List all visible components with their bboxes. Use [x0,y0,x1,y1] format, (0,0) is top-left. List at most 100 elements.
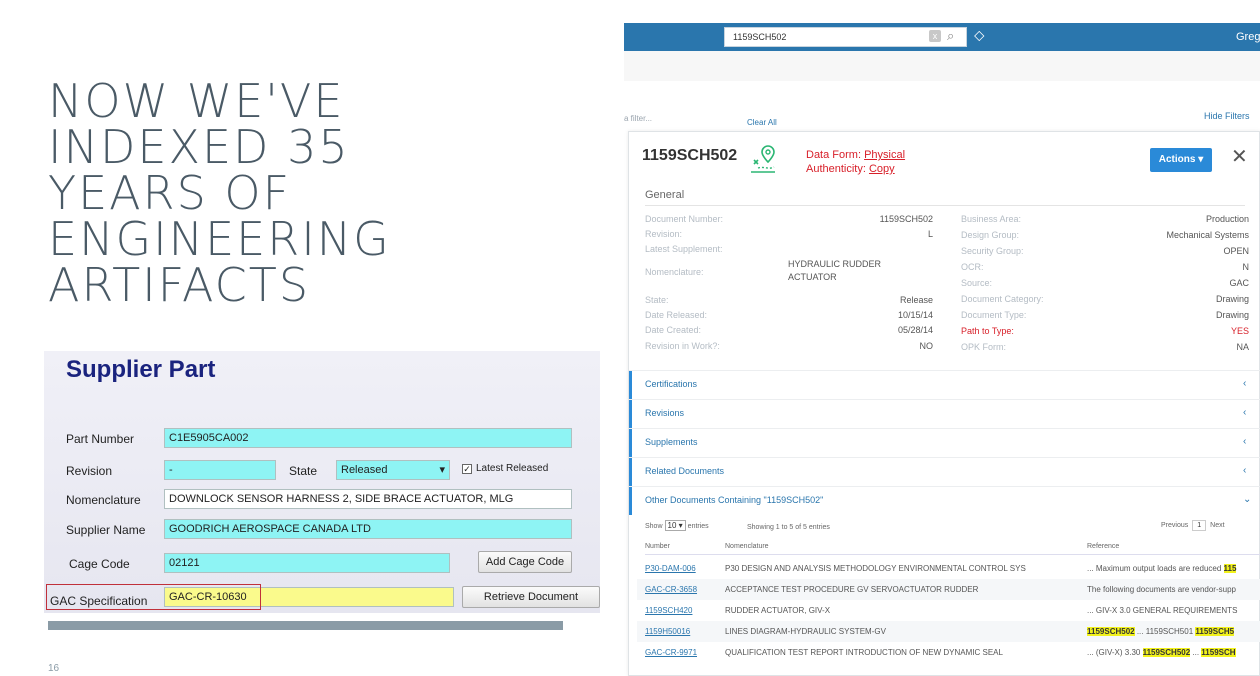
table-row: GAC-CR-3658 ACCEPTANCE TEST PROCEDURE GV… [637,579,1260,600]
user-name[interactable]: Greg [1236,31,1260,43]
section-related-documents[interactable]: Related Documents ‹ [629,457,1260,486]
part-number-row: Part Number C1E5905CA002 [44,428,600,450]
document-number-link[interactable]: 1159H50016 [645,621,725,642]
column-header[interactable]: Reference [1087,543,1119,550]
title-line: YEARS OF [48,166,292,220]
state-value: Released [341,464,388,476]
field-value: NA [1236,342,1249,352]
add-cage-code-button[interactable]: Add Cage Code [478,551,572,573]
table-header: Number Nomenclature Reference [645,543,1260,555]
section-supplements[interactable]: Supplements ‹ [629,428,1260,457]
field-design-group: Design Group: Mechanical Systems [961,229,1249,242]
data-form-label: Data Form: [806,149,862,161]
nomenclature-cell: P30 DESIGN AND ANALYSIS METHODOLOGY ENVI… [725,564,1026,573]
document-card: 1159SCH502 Data Form: Physical Authentic… [628,131,1260,676]
nomenclature-cell: ACCEPTANCE TEST PROCEDURE GV SERVOACTUAT… [725,585,979,594]
field-revision-in-work: Revision in Work?: NO [645,340,933,353]
document-app: 1159SCH502 x ⌕ ⬦ Greg a filter... Clear … [624,23,1260,676]
field-document-number: Document Number: 1159SCH502 [645,213,933,226]
next-link[interactable]: Next [1210,522,1224,529]
field-key: Nomenclature: [645,267,704,277]
supplier-part-form: Supplier Part Part Number C1E5905CA002 R… [44,351,600,613]
field-key: Document Type: [961,310,1027,320]
part-number-field[interactable]: C1E5905CA002 [164,428,572,448]
column-header[interactable]: Number [645,543,670,550]
title-line: NOW WE'VE [48,74,345,128]
field-key: Path to Type: [961,326,1014,336]
title-line: INDEXED 35 [48,120,350,174]
hide-filters-link[interactable]: Hide Filters [1204,111,1250,121]
field-key: OPK Form: [961,342,1007,352]
data-form-link[interactable]: Physical [864,149,905,161]
table-row: 1159SCH420 RUDDER ACTUATOR, GIV-X ... GI… [637,600,1260,621]
document-title: 1159SCH502 [642,147,738,164]
chevron-down-icon: ▾ [439,464,445,476]
field-date-released: Date Released: 10/15/14 [645,309,933,322]
latest-released-checkbox[interactable]: ✓ Latest Released [462,463,548,474]
gac-spec-highlight [46,584,261,610]
reference-cell: 1159SCH502 ... 1159SCH501 1159SCH5 [1087,621,1260,642]
state-label: State [289,464,318,478]
column-header[interactable]: Nomenclature [725,543,769,550]
filter-input[interactable]: a filter... [624,114,652,123]
field-value: 10/15/14 [897,310,933,320]
section-label: Related Documents [645,466,725,476]
supplier-name-row: Supplier Name GOODRICH AEROSPACE CANADA … [44,519,600,541]
actions-button[interactable]: Actions ▾ [1150,148,1212,172]
field-value: Production [1205,214,1249,224]
section-revisions[interactable]: Revisions ‹ [629,399,1260,428]
data-form-info: Data Form: Physical Authenticity: Copy [806,148,905,176]
document-number-link[interactable]: P30-DAM-006 [645,558,725,579]
field-key: Design Group: [961,230,1020,240]
page: NOW WE'VE INDEXED 35 YEARS OF ENGINEERIN… [0,0,1260,676]
section-label: Certifications [645,379,698,389]
field-document-category: Document Category: Drawing [961,293,1249,306]
nomenclature-cell: QUALIFICATION TEST REPORT INTRODUCTION O… [725,648,1003,657]
route-icon [751,145,775,173]
search-icon[interactable]: ⌕ [947,28,954,44]
retrieve-document-button[interactable]: Retrieve Document [462,586,600,608]
top-bar: 1159SCH502 x ⌕ ⬦ Greg [624,23,1260,51]
document-number-link[interactable]: GAC-CR-3658 [645,579,725,600]
state-dropdown[interactable]: Released ▾ [336,460,450,480]
authenticity-link[interactable]: Copy [869,163,895,175]
supplier-name-field[interactable]: GOODRICH AEROSPACE CANADA LTD [164,519,572,539]
title-line: ENGINEERING [48,212,391,266]
field-key: Revision: [645,229,683,239]
checkbox-icon: ✓ [462,464,472,474]
field-value: 1159SCH502 [879,214,933,224]
field-value: OPEN [1223,246,1249,256]
tag-icon[interactable]: ⬦ [974,27,985,44]
nomenclature-cell: LINES DIAGRAM-HYDRAULIC SYSTEM-GV [725,627,886,636]
reference-highlight: 1159SCH [1201,648,1236,657]
nomenclature-label: Nomenclature [66,493,141,507]
nomenclature-field[interactable]: DOWNLOCK SENSOR HARNESS 2, SIDE BRACE AC… [164,489,572,509]
showing-info: Showing 1 to 5 of 5 entries [747,524,830,531]
field-latest-supplement: Latest Supplement: [645,243,933,256]
cage-code-field[interactable]: 02121 [164,553,450,573]
document-number-link[interactable]: 1159SCH420 [645,600,725,621]
section-accent-bar [629,400,632,428]
supplier-name-label: Supplier Name [66,523,146,537]
section-other-documents[interactable]: Other Documents Containing "1159SCH502" … [629,486,1260,515]
field-key: Date Released: [645,310,708,320]
reference-cell: ... GIV-X 3.0 GENERAL REQUIREMENTS [1087,606,1238,615]
field-nomenclature: Nomenclature: HYDRAULIC RUDDER ACTUATOR [645,259,933,282]
revision-row: Revision - State Released ▾ ✓ Latest Rele… [44,460,600,482]
reference-cell: ... (GIV-X) 3.30 1159SCH502 ... 1159SCH [1087,642,1260,663]
field-value: Mechanical Systems [1166,230,1249,240]
clear-all-link[interactable]: Clear All [747,118,777,127]
document-number-link[interactable]: GAC-CR-9971 [645,642,725,663]
field-source: Source: GAC [961,277,1249,290]
field-key: OCR: [961,262,984,272]
field-value: L [927,229,933,239]
page-button[interactable]: 1 [1192,520,1207,531]
revision-field[interactable]: - [164,460,276,480]
section-certifications[interactable]: Certifications ‹ [629,370,1260,399]
revision-label: Revision [66,464,113,478]
entries-select[interactable]: 10 ▾ [664,520,686,531]
close-icon[interactable]: ✕ [1231,144,1248,169]
clear-search-icon[interactable]: x [929,30,941,42]
previous-link[interactable]: Previous [1161,522,1188,529]
chevron-left-icon: ‹ [1243,407,1247,418]
